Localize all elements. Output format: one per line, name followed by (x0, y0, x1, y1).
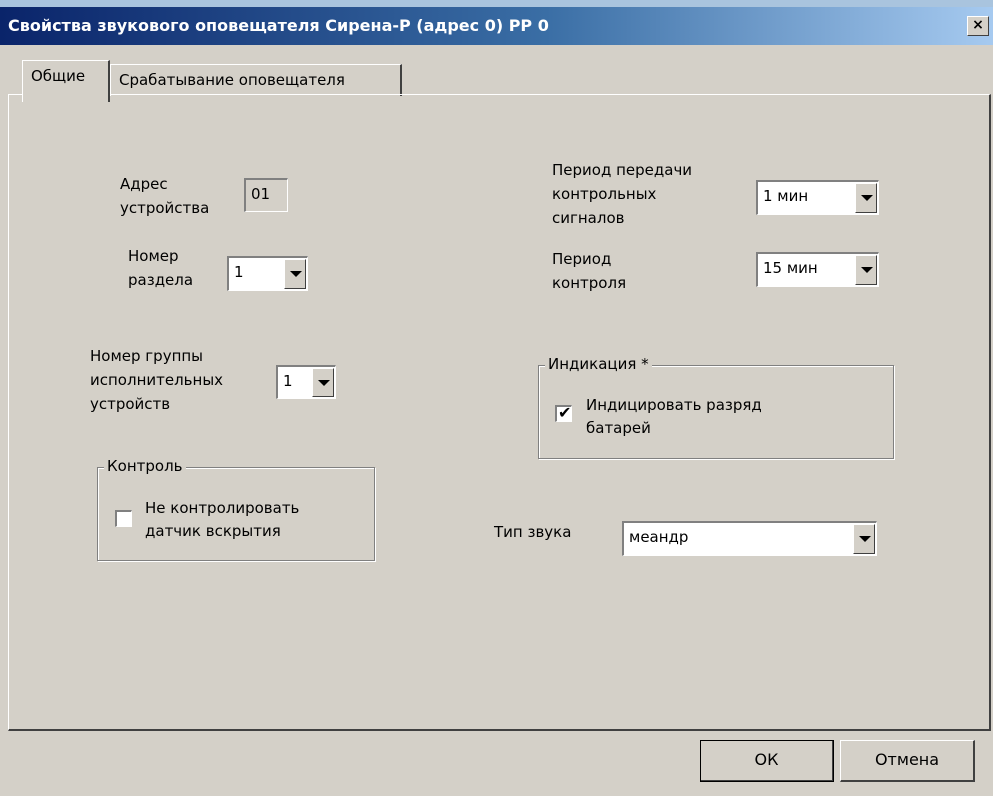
tab-notifier-trigger[interactable]: Срабатывание оповещателя (110, 64, 402, 96)
address-label-line1: Адрес (120, 175, 168, 193)
no-tamper-control-checkbox[interactable] (115, 510, 132, 527)
chevron-down-icon[interactable] (853, 524, 875, 554)
title-bar[interactable]: Свойства звукового оповещателя Сирена-Р … (0, 7, 993, 45)
battery-discharge-checkbox[interactable]: ✔ (555, 403, 572, 422)
battery-discharge-label-line2[interactable]: батарей (586, 418, 651, 439)
chevron-down-icon[interactable] (312, 368, 334, 397)
group-label-line2: исполнительных (90, 371, 224, 389)
period-ctrl-value: 15 мин (763, 259, 818, 277)
window-title: Свойства звукового оповещателя Сирена-Р … (8, 16, 549, 35)
period-ctrl-select[interactable]: 15 мин (756, 252, 879, 287)
indication-group-legend: Индикация * (545, 354, 652, 375)
no-tamper-control-label-line1[interactable]: Не контролировать (145, 498, 299, 519)
period-tx-select[interactable]: 1 мин (756, 180, 879, 215)
sound-type-select[interactable]: меандр (622, 521, 877, 556)
sound-type-value: меандр (629, 528, 689, 546)
sound-type-label: Тип звука (494, 523, 572, 541)
tab-notifier-trigger-label: Срабатывание оповещателя (119, 71, 345, 89)
close-button[interactable]: × (967, 16, 989, 36)
address-field: 01 (244, 178, 288, 212)
no-tamper-control-label-line2[interactable]: датчик вскрытия (145, 521, 281, 542)
address-label-line2: устройства (120, 199, 210, 217)
group-label-line3: устройств (90, 395, 171, 413)
section-label-line1: Номер (128, 247, 179, 265)
close-icon: × (972, 17, 984, 33)
period-ctrl-label-line1: Период (552, 250, 612, 268)
period-tx-label-line3: сигналов (552, 209, 625, 227)
control-group-legend: Контроль (104, 456, 186, 477)
battery-discharge-label-line1[interactable]: Индицировать разряд (586, 395, 762, 416)
cancel-button[interactable]: Отмена (840, 740, 975, 782)
address-value: 01 (251, 185, 271, 203)
chevron-down-icon[interactable] (855, 255, 877, 285)
section-value: 1 (234, 263, 244, 281)
exec-group-value: 1 (283, 372, 293, 390)
tab-general-label: Общие (31, 67, 86, 85)
group-label-line1: Номер группы (90, 347, 204, 365)
section-select[interactable]: 1 (227, 256, 308, 291)
period-tx-label-line2: контрольных (552, 185, 657, 203)
period-tx-label-line1: Период передачи (552, 161, 693, 179)
exec-group-select[interactable]: 1 (276, 365, 336, 399)
tab-general[interactable]: Общие (22, 60, 110, 102)
ok-button[interactable]: ОК (700, 740, 834, 782)
period-ctrl-label-line2: контроля (552, 274, 627, 292)
section-label-line2: раздела (128, 271, 194, 289)
checkmark-icon: ✔ (558, 403, 572, 422)
period-tx-value: 1 мин (763, 187, 809, 205)
chevron-down-icon[interactable] (855, 183, 877, 213)
window-top-border (0, 0, 993, 7)
chevron-down-icon[interactable] (284, 259, 306, 289)
